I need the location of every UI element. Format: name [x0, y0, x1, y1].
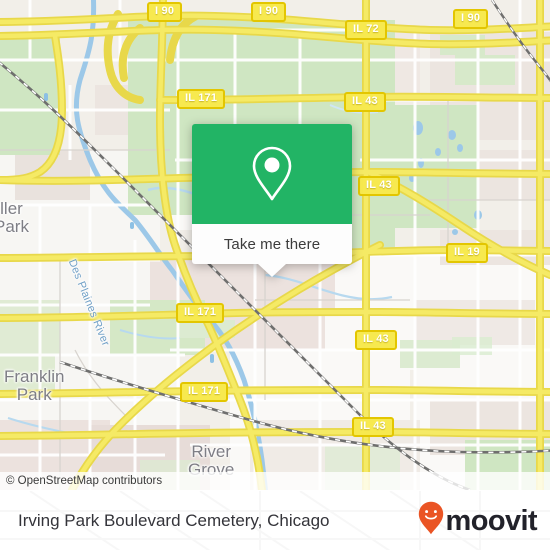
location-popup-card[interactable]: Take me there [192, 124, 352, 277]
take-me-there-button[interactable]: Take me there [224, 236, 320, 253]
shield-il-72[interactable]: IL 72 [345, 20, 387, 40]
moovit-brand-logo[interactable]: moovit [418, 501, 538, 540]
osm-attribution-text[interactable]: © OpenStreetMap contributors [6, 475, 162, 487]
shield-il-171-a[interactable]: IL 171 [177, 89, 226, 109]
shield-il-43-a[interactable]: IL 43 [344, 92, 386, 112]
map-pin-icon [249, 144, 295, 204]
shield-il-171-b[interactable]: IL 171 [176, 303, 225, 323]
shield-i-90-c[interactable]: I 90 [453, 9, 489, 29]
shield-il-171-c[interactable]: IL 171 [180, 382, 229, 402]
shield-i-90-b[interactable]: I 90 [251, 2, 287, 22]
shield-il-43-d[interactable]: IL 43 [352, 417, 394, 437]
popup-pointer-arrow [258, 264, 286, 277]
popup-cta-panel[interactable]: Take me there [192, 224, 352, 277]
moovit-wordmark: moovit [445, 504, 538, 537]
map-canvas[interactable]: llerPark FranklinPark RiverGrove Des Pla… [0, 0, 550, 490]
moovit-smiley-pin-icon [418, 501, 444, 540]
shield-il-43-c[interactable]: IL 43 [355, 330, 397, 350]
shield-il-43-b[interactable]: IL 43 [358, 176, 400, 196]
shield-il-19[interactable]: IL 19 [446, 243, 488, 263]
page-title: Irving Park Boulevard Cemetery, Chicago [18, 510, 330, 530]
map-attribution-bar: © OpenStreetMap contributors [0, 472, 550, 490]
moovit-location-card: llerPark FranklinPark RiverGrove Des Pla… [0, 0, 550, 550]
shield-i-90-a[interactable]: I 90 [147, 2, 183, 22]
popup-icon-panel [192, 124, 352, 224]
footer-bar: Irving Park Boulevard Cemetery, Chicago … [0, 490, 550, 550]
